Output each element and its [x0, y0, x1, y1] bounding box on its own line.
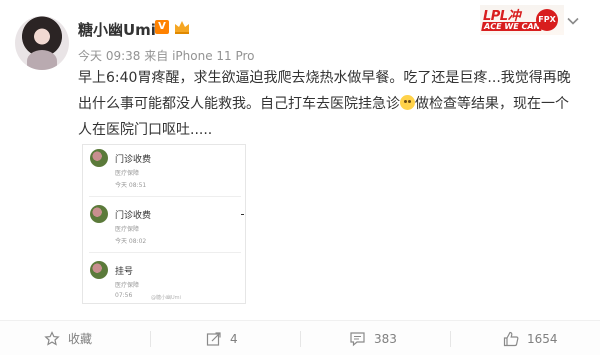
- favorite-button[interactable]: 收藏: [44, 321, 92, 355]
- image-mark: [241, 214, 244, 215]
- record-time: 07:56: [115, 292, 133, 299]
- hospital-logo-icon: [90, 205, 108, 223]
- record-title: 挂号: [115, 267, 134, 277]
- chevron-down-icon[interactable]: [566, 14, 580, 28]
- divider: [300, 331, 301, 347]
- comment-count: 383: [374, 331, 397, 346]
- post-source: iPhone 11 Pro: [172, 49, 255, 63]
- record-subtitle: 医疗保障: [115, 226, 140, 233]
- post-text: 早上6:40胃疼醒，求生欲逼迫我爬去烧热水做早餐。吃了还是巨疼...我觉得再晚出…: [78, 65, 578, 143]
- fan-badge-banner[interactable]: LPL冲 ACE WE CAN FPX: [480, 5, 564, 35]
- post-meta: 今天 09:38 来自 iPhone 11 Pro: [78, 47, 255, 64]
- post-time[interactable]: 今天 09:38: [78, 49, 140, 63]
- username[interactable]: 糖小幽Umi: [78, 19, 156, 40]
- favorite-label: 收藏: [68, 332, 93, 346]
- repost-button[interactable]: 4: [206, 321, 238, 355]
- divider: [150, 331, 151, 347]
- comment-button[interactable]: 383: [349, 321, 397, 355]
- record-title: 门诊收费: [115, 155, 152, 165]
- image-watermark: @糖小幽Umi: [151, 295, 181, 301]
- record-time: 今天 08:51: [115, 182, 147, 189]
- repost-icon: [206, 331, 221, 346]
- team-logo: FPX: [536, 9, 558, 31]
- fan-badge-subtitle: ACE WE CAN: [481, 22, 543, 31]
- list-item: 挂号 医疗保障 07:56: [83, 257, 247, 309]
- comment-icon: [350, 331, 365, 346]
- vip-badge[interactable]: V: [155, 20, 169, 34]
- record-time: 今天 08:02: [115, 238, 147, 245]
- thumbs-up-icon: [503, 331, 519, 346]
- post-image[interactable]: 门诊收费 医疗保障 今天 08:51 门诊收费 医疗保障 今天 08:02 挂号…: [82, 144, 246, 304]
- repost-count: 4: [230, 331, 238, 346]
- divider: [89, 196, 241, 197]
- weibo-post-card: 糖小幽Umi V 今天 09:38 来自 iPhone 11 Pro LPL冲 …: [0, 0, 600, 355]
- source-prefix: 来自: [144, 49, 169, 63]
- hospital-logo-icon: [90, 261, 108, 279]
- like-button[interactable]: 1654: [503, 321, 558, 355]
- like-count: 1654: [527, 331, 558, 346]
- hospital-logo-icon: [90, 149, 108, 167]
- star-icon: [44, 330, 60, 346]
- member-crown-icon[interactable]: [173, 19, 191, 35]
- avatar[interactable]: [15, 16, 69, 70]
- divider: [450, 331, 451, 347]
- record-subtitle: 医疗保障: [115, 170, 140, 177]
- divider: [89, 252, 241, 253]
- record-subtitle: 医疗保障: [115, 282, 140, 289]
- action-bar: 收藏 4 383 1654: [0, 320, 600, 355]
- record-title: 门诊收费: [115, 211, 152, 221]
- sad-face-emoji-icon: [400, 95, 415, 110]
- list-item: 门诊收费 医疗保障 今天 08:02: [83, 201, 247, 253]
- list-item: 门诊收费 医疗保障 今天 08:51: [83, 145, 247, 197]
